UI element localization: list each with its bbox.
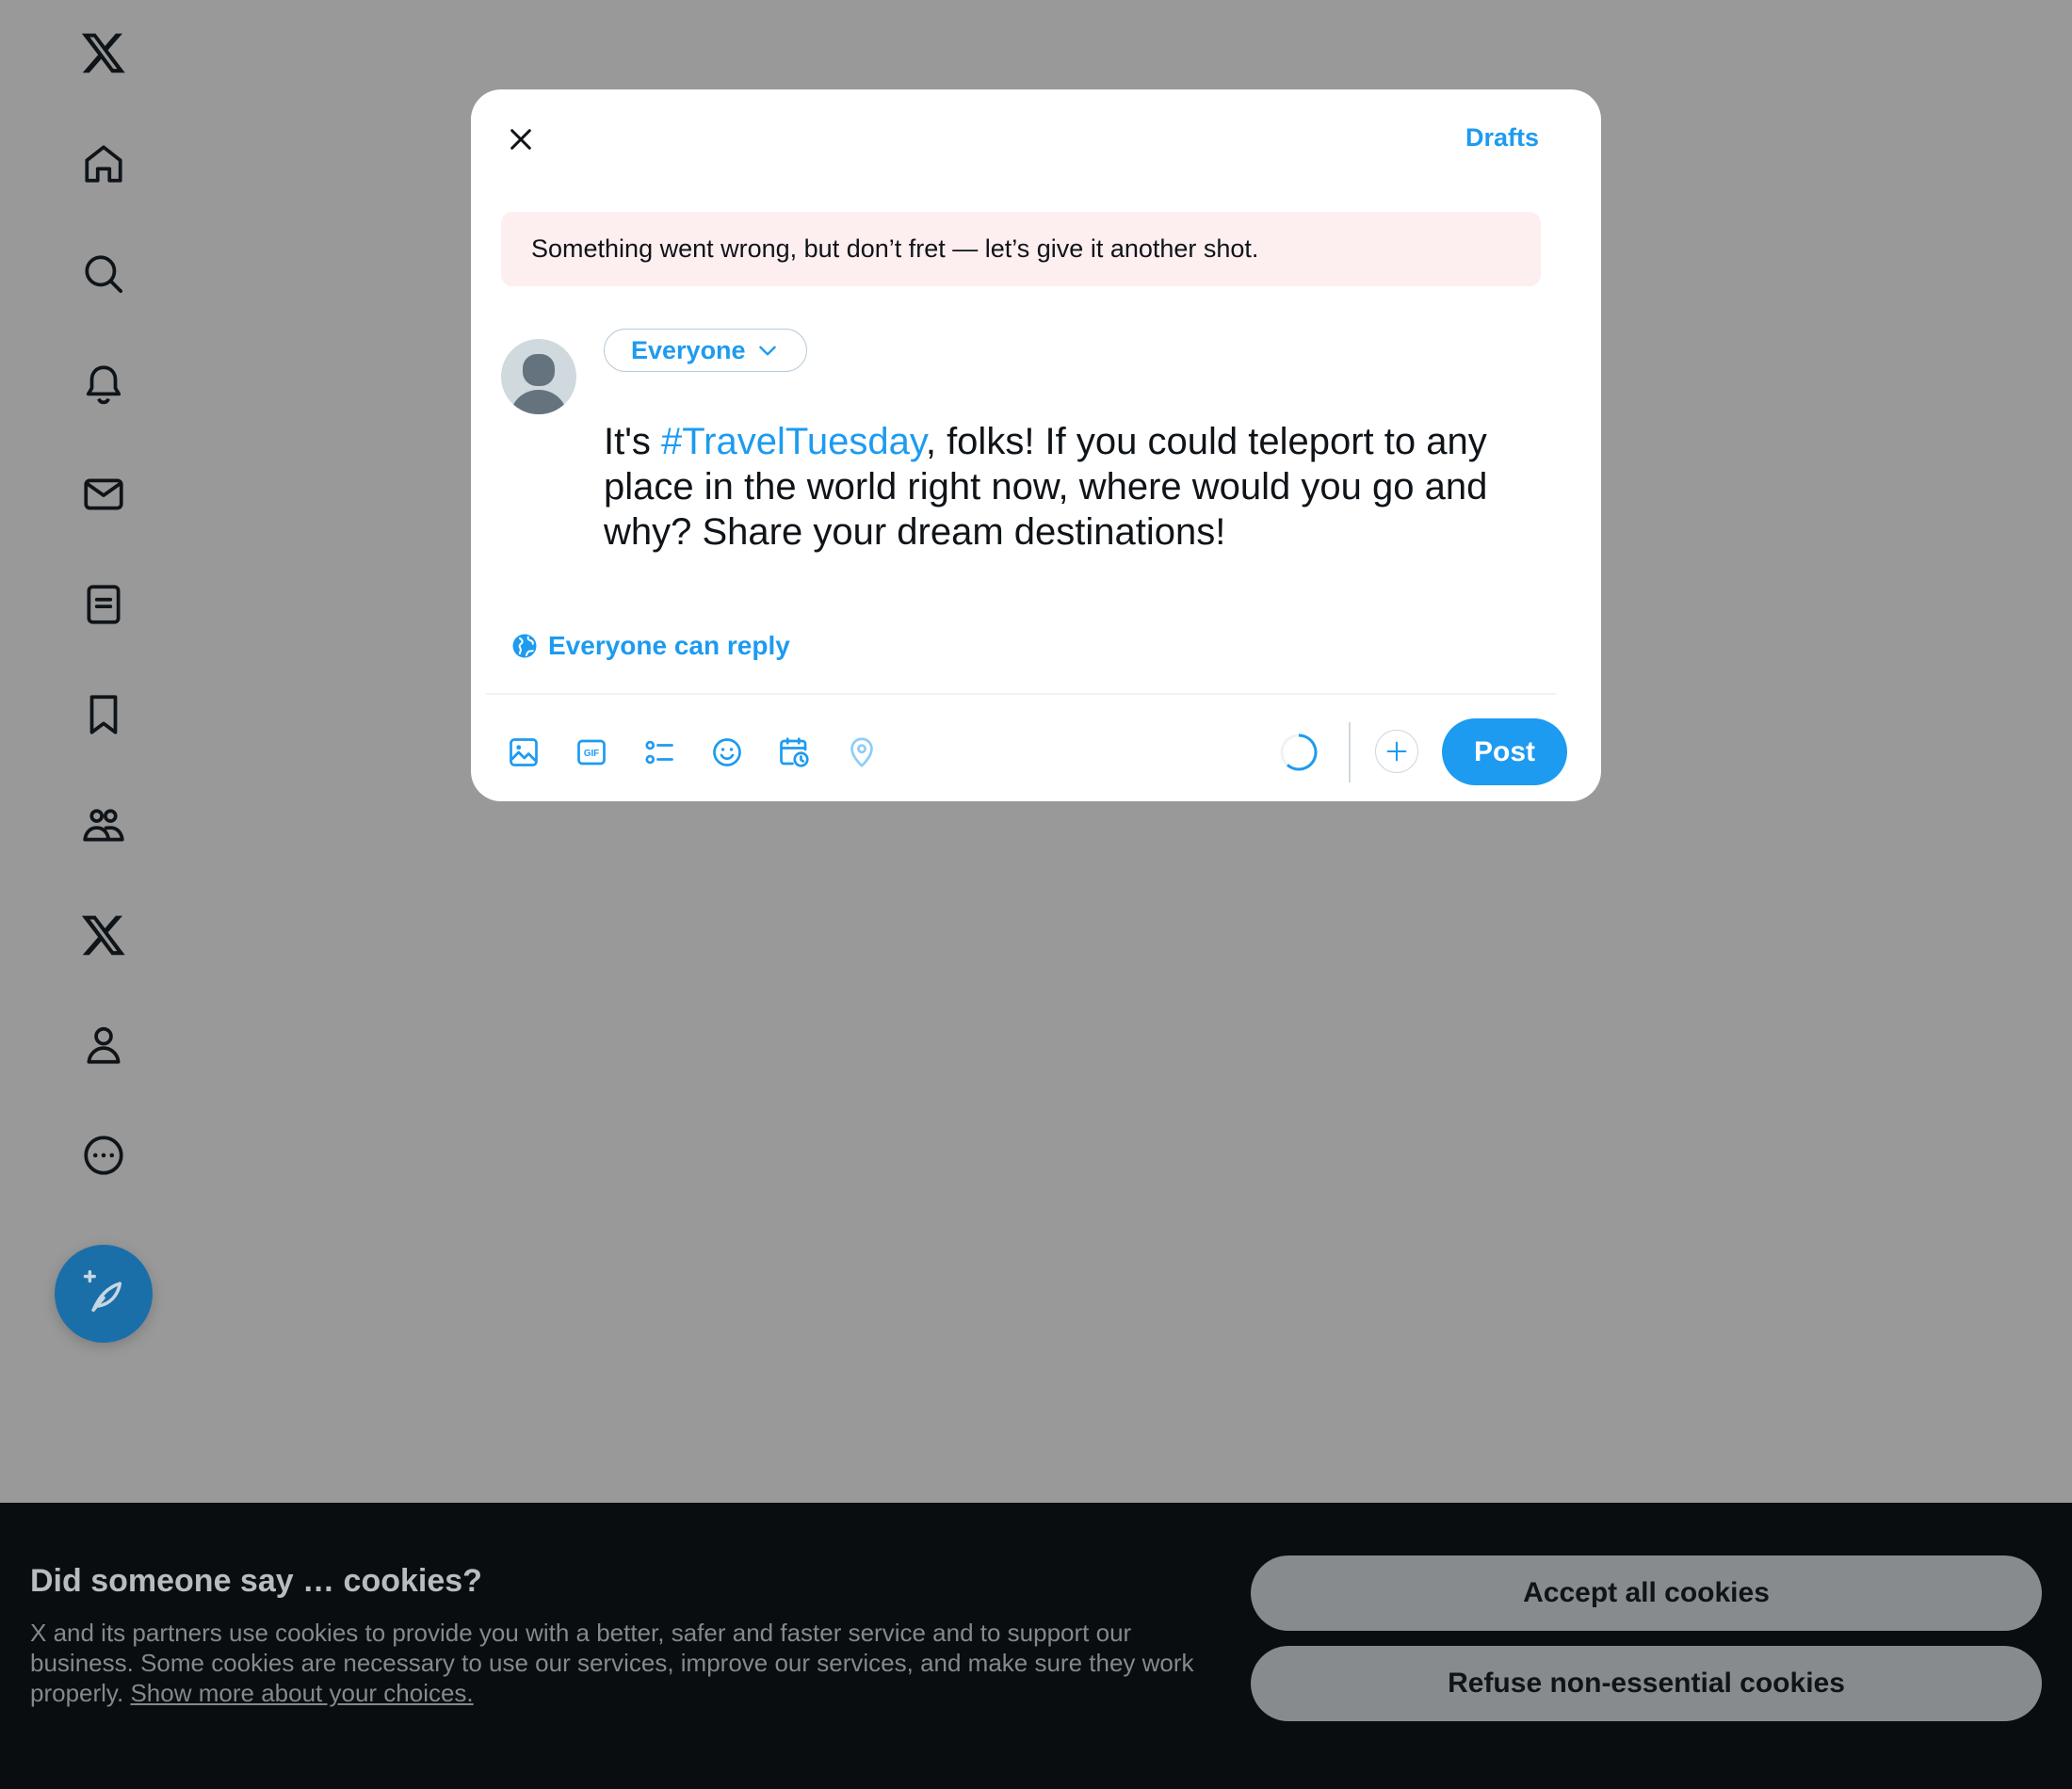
more-circle-icon[interactable] (76, 1128, 131, 1183)
post-text-editor[interactable]: It's #TravelTuesday, folks! If you could… (604, 419, 1546, 555)
communities-people-icon[interactable] (76, 798, 131, 852)
home-icon[interactable] (76, 137, 131, 191)
media-button[interactable] (505, 733, 542, 771)
character-count-ring (1280, 733, 1318, 771)
audience-selector[interactable]: Everyone (604, 329, 807, 372)
post-text-before: It's (604, 421, 661, 462)
close-icon (510, 129, 531, 150)
drafts-button[interactable]: Drafts (1465, 123, 1539, 153)
toolbar-separator (1349, 722, 1351, 782)
emoji-button[interactable] (708, 733, 746, 771)
notifications-bell-icon[interactable] (76, 357, 131, 411)
plus-icon (1386, 741, 1407, 762)
reply-setting-button[interactable]: Everyone can reply (510, 631, 790, 661)
image-icon (510, 738, 538, 766)
compose-post-button[interactable] (55, 1245, 153, 1343)
bookmark-icon[interactable] (76, 687, 131, 742)
location-icon (850, 737, 873, 767)
globe-icon (512, 634, 537, 658)
post-button[interactable]: Post (1442, 718, 1567, 785)
premium-x-icon[interactable] (76, 908, 131, 962)
gif-text: GIF (584, 749, 599, 759)
cookie-title: Did someone say … cookies? (30, 1563, 482, 1599)
audience-label: Everyone (631, 335, 746, 364)
cookie-choices-link[interactable]: Show more about your choices. (130, 1679, 473, 1707)
poll-icon (645, 740, 673, 765)
divider (486, 693, 1556, 695)
avatar[interactable] (501, 339, 576, 414)
hashtag-link[interactable]: #TravelTuesday (661, 421, 926, 462)
gif-button[interactable]: GIF (573, 733, 610, 771)
profile-person-icon[interactable] (76, 1018, 131, 1072)
error-banner: Something went wrong, but don’t fret — l… (501, 212, 1541, 286)
reply-setting-label: Everyone can reply (548, 631, 790, 660)
x-logo-icon[interactable] (76, 25, 131, 80)
poll-button[interactable] (640, 733, 678, 771)
cookie-banner: Did someone say … cookies? X and its par… (0, 1503, 2072, 1789)
close-button[interactable] (499, 118, 542, 161)
messages-envelope-icon[interactable] (76, 467, 131, 522)
compose-modal: Drafts Something went wrong, but don’t f… (471, 89, 1601, 801)
schedule-button[interactable] (775, 733, 813, 771)
error-message: Something went wrong, but don’t fret — l… (531, 234, 1259, 263)
emoji-icon (713, 738, 741, 766)
add-post-button[interactable] (1375, 730, 1418, 773)
compose-feather-icon (83, 1269, 122, 1313)
schedule-icon (780, 737, 809, 767)
search-icon[interactable] (76, 247, 131, 301)
chevron-down-icon (758, 346, 776, 356)
refuse-cookies-button[interactable]: Refuse non-essential cookies (1251, 1646, 2042, 1721)
lists-document-icon[interactable] (76, 577, 131, 632)
cookie-description: X and its partners use cookies to provid… (30, 1618, 1207, 1708)
accept-cookies-button[interactable]: Accept all cookies (1251, 1555, 2042, 1631)
location-button[interactable] (843, 733, 881, 771)
gif-icon: GIF (577, 739, 606, 766)
